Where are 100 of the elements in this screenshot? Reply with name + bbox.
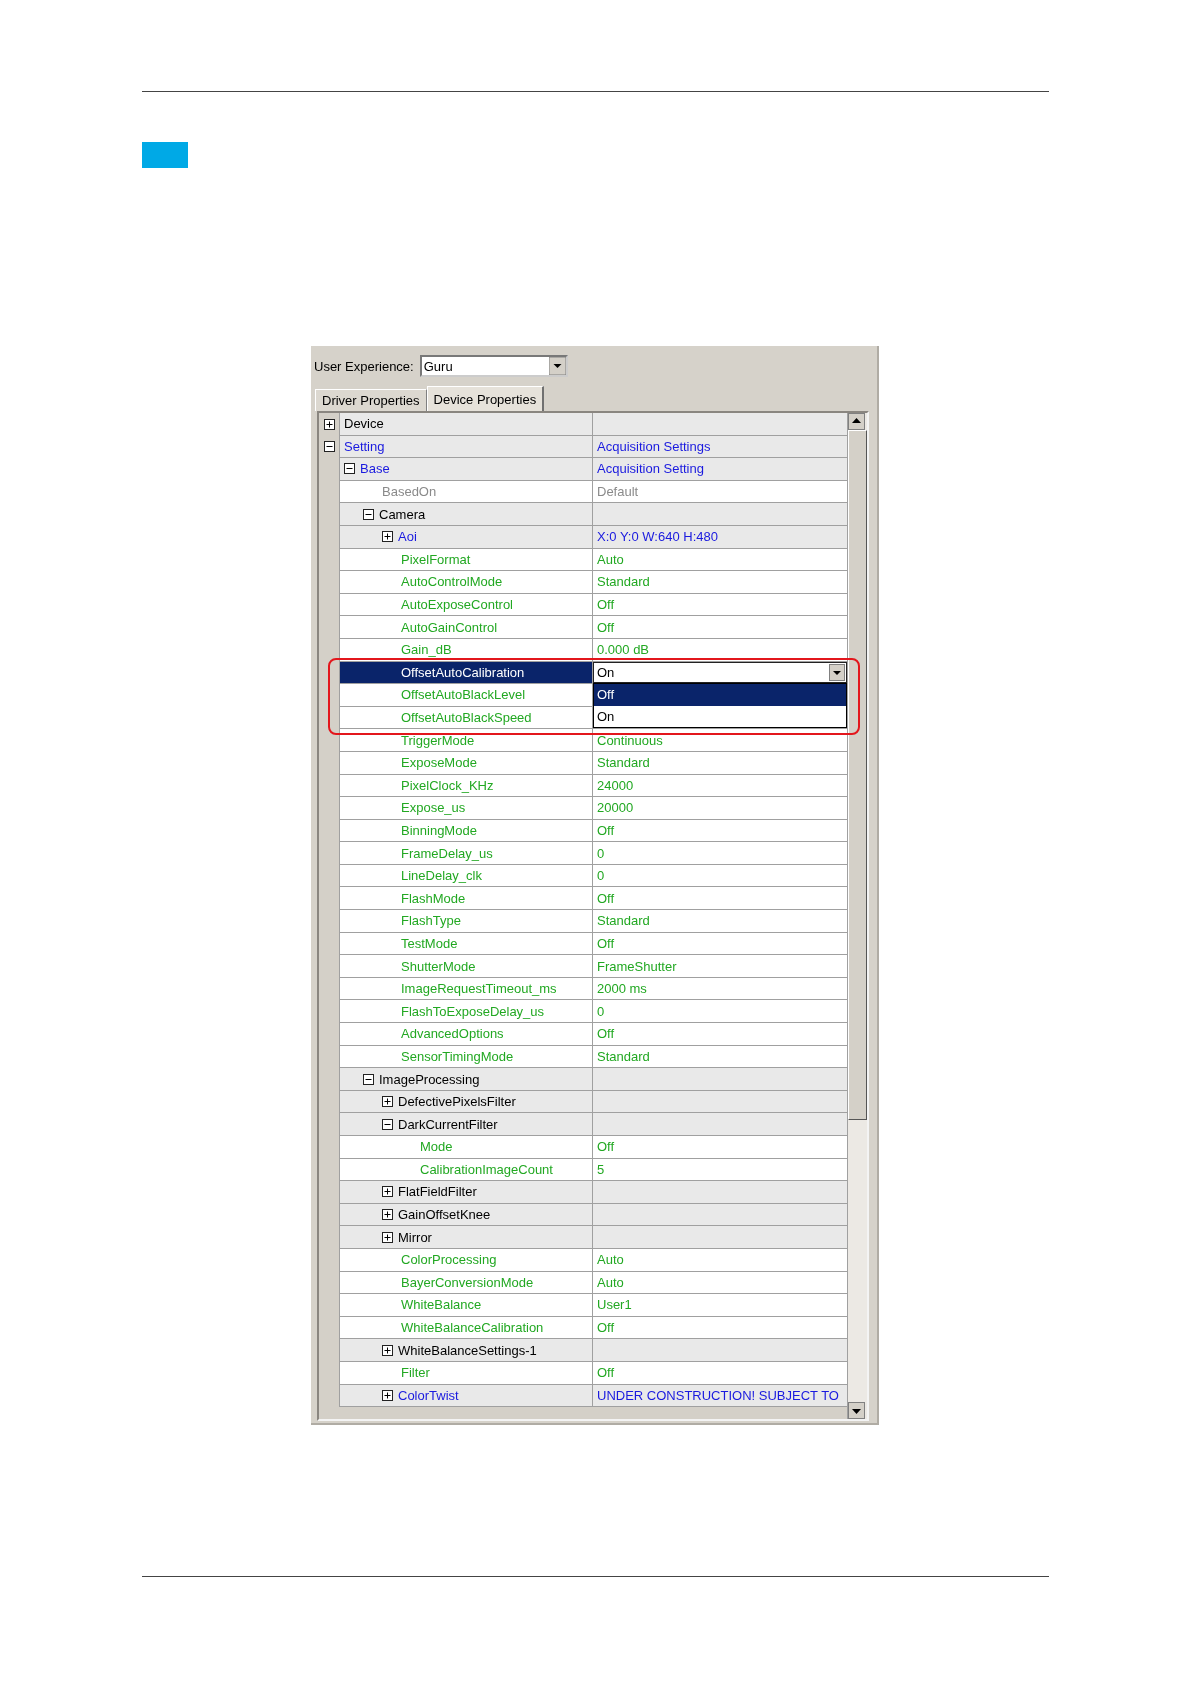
property-row[interactable]: Camera xyxy=(319,503,847,526)
property-value[interactable]: UNDER CONSTRUCTION! SUBJECT TO xyxy=(593,1387,839,1403)
property-value[interactable]: Standard xyxy=(593,1048,650,1064)
property-value[interactable]: 0 xyxy=(593,1003,605,1019)
property-value[interactable]: Off xyxy=(593,1365,615,1381)
collapse-icon[interactable] xyxy=(344,463,355,475)
property-row[interactable]: PixelClock_KHz 24000 xyxy=(319,774,847,798)
property-name[interactable]: SensorTimingMode xyxy=(340,1045,592,1068)
expand-icon[interactable] xyxy=(323,418,335,430)
property-row[interactable]: FlashMode Off xyxy=(319,887,847,911)
property-name[interactable]: ExposeMode xyxy=(340,751,592,774)
property-name[interactable]: FlashToExposeDelay_us xyxy=(340,1000,592,1023)
scroll-up-icon[interactable] xyxy=(848,413,865,430)
property-row[interactable]: FlashToExposeDelay_us 0 xyxy=(319,1000,847,1024)
property-name[interactable]: OffsetAutoBlackSpeed xyxy=(340,706,592,729)
property-row[interactable]: ExposeMode Standard xyxy=(319,751,847,775)
property-value[interactable]: Off xyxy=(593,1026,615,1042)
property-row[interactable]: CalibrationImageCount 5 xyxy=(319,1158,847,1182)
expand-icon[interactable] xyxy=(382,1186,393,1198)
property-name[interactable]: OffsetAutoBlackLevel xyxy=(340,684,592,706)
property-name[interactable]: CalibrationImageCount xyxy=(340,1158,592,1181)
property-row[interactable]: FlashType Standard xyxy=(319,910,847,933)
property-value[interactable]: 20000 xyxy=(593,800,634,816)
property-name[interactable]: Mode xyxy=(340,1136,592,1158)
property-row[interactable]: PixelFormat Auto xyxy=(319,548,847,572)
scrollbar[interactable] xyxy=(847,413,867,1419)
property-value[interactable]: 0 xyxy=(593,845,605,861)
collapse-icon[interactable] xyxy=(323,441,335,453)
property-name[interactable]: ShutterMode xyxy=(340,955,592,977)
property-value[interactable]: Continuous xyxy=(593,732,663,748)
property-value[interactable]: 24000 xyxy=(593,777,634,793)
property-value[interactable]: Auto xyxy=(593,1274,624,1290)
property-row[interactable]: WhiteBalanceSettings-1 xyxy=(319,1339,847,1362)
property-row[interactable]: Mirror xyxy=(319,1226,847,1249)
value-dropdown[interactable]: On xyxy=(593,661,847,684)
property-name[interactable]: FlashType xyxy=(340,910,592,932)
property-row[interactable]: DarkCurrentFilter xyxy=(319,1113,847,1136)
property-value[interactable]: FrameShutter xyxy=(593,958,677,974)
property-value[interactable]: 0.000 dB xyxy=(593,642,650,658)
property-row[interactable]: AdvancedOptions Off xyxy=(319,1023,847,1046)
property-row[interactable]: Mode Off xyxy=(319,1136,847,1159)
property-row[interactable]: ImageProcessing xyxy=(319,1068,847,1091)
property-name[interactable]: AdvancedOptions xyxy=(340,1023,592,1045)
property-row[interactable]: TriggerMode Continuous xyxy=(319,729,847,752)
property-value[interactable]: Off xyxy=(593,597,615,613)
scroll-thumb[interactable] xyxy=(848,430,867,1120)
property-name[interactable]: BayerConversionMode xyxy=(340,1271,592,1294)
property-row[interactable]: WhiteBalance User1 xyxy=(319,1294,847,1317)
property-name[interactable]: AutoControlMode xyxy=(340,571,592,593)
property-name[interactable]: AutoExposeControl xyxy=(340,593,592,616)
property-value[interactable]: Standard xyxy=(593,755,650,771)
property-name[interactable]: Gain_dB xyxy=(340,638,592,661)
property-value[interactable]: Auto xyxy=(593,1252,624,1268)
expand-icon[interactable] xyxy=(382,1389,393,1401)
expand-icon[interactable] xyxy=(382,1096,393,1108)
property-row[interactable]: Setting Acquisition Settings xyxy=(319,435,847,459)
collapse-icon[interactable] xyxy=(363,508,374,520)
property-value[interactable]: Off xyxy=(593,619,615,635)
property-row[interactable]: BasedOn Default xyxy=(319,480,847,504)
dropdown-option[interactable]: On xyxy=(594,705,846,728)
collapse-icon[interactable] xyxy=(382,1118,393,1130)
property-value[interactable]: 5 xyxy=(593,1161,605,1177)
property-value[interactable]: Off xyxy=(593,823,615,838)
property-row[interactable]: BayerConversionMode Auto xyxy=(319,1271,847,1295)
property-value[interactable]: X:0 Y:0 W:640 H:480 xyxy=(593,529,718,545)
property-row[interactable]: DefectivePixelsFilter xyxy=(319,1090,847,1114)
collapse-icon[interactable] xyxy=(363,1073,374,1085)
property-name[interactable]: Setting xyxy=(340,435,592,458)
property-name[interactable]: WhiteBalance xyxy=(340,1294,592,1316)
expand-icon[interactable] xyxy=(382,1344,393,1356)
property-row[interactable]: AutoGainControl Off xyxy=(319,616,847,639)
property-row[interactable]: SensorTimingMode Standard xyxy=(319,1045,847,1069)
property-row[interactable]: Filter Off xyxy=(319,1361,847,1385)
property-name[interactable]: AutoGainControl xyxy=(340,616,592,638)
expand-icon[interactable] xyxy=(382,1209,393,1221)
property-row[interactable]: GainOffsetKnee xyxy=(319,1203,847,1227)
property-name[interactable]: Filter xyxy=(340,1361,592,1384)
property-name[interactable]: BasedOn xyxy=(340,480,592,503)
property-name[interactable]: WhiteBalanceCalibration xyxy=(340,1316,592,1339)
expand-icon[interactable] xyxy=(382,1231,393,1243)
property-value[interactable]: Acquisition Setting xyxy=(593,461,704,477)
property-row[interactable]: Device xyxy=(319,413,847,436)
property-value[interactable]: Off xyxy=(593,1139,615,1155)
property-row[interactable]: WhiteBalanceCalibration Off xyxy=(319,1316,847,1340)
tab[interactable]: Driver Properties xyxy=(315,389,427,411)
dropdown-option[interactable]: Off xyxy=(594,684,846,706)
property-row[interactable]: BinningMode Off xyxy=(319,819,847,843)
property-row[interactable]: ImageRequestTimeout_ms 2000 ms xyxy=(319,977,847,1001)
property-name[interactable]: TestMode xyxy=(340,932,592,955)
scroll-down-icon[interactable] xyxy=(848,1402,865,1419)
property-name[interactable]: PixelFormat xyxy=(340,548,592,571)
property-row[interactable]: FlatFieldFilter xyxy=(319,1181,847,1204)
property-value[interactable]: User1 xyxy=(593,1297,632,1313)
property-name[interactable]: FlashMode xyxy=(340,887,592,910)
user-experience-dropdown[interactable]: Guru xyxy=(419,355,568,377)
property-name[interactable]: FrameDelay_us xyxy=(340,842,592,864)
property-value[interactable]: Auto xyxy=(593,551,624,567)
property-name[interactable]: TriggerMode xyxy=(340,729,592,751)
property-value[interactable]: 0 xyxy=(593,868,605,884)
property-value[interactable]: Off xyxy=(593,935,615,951)
